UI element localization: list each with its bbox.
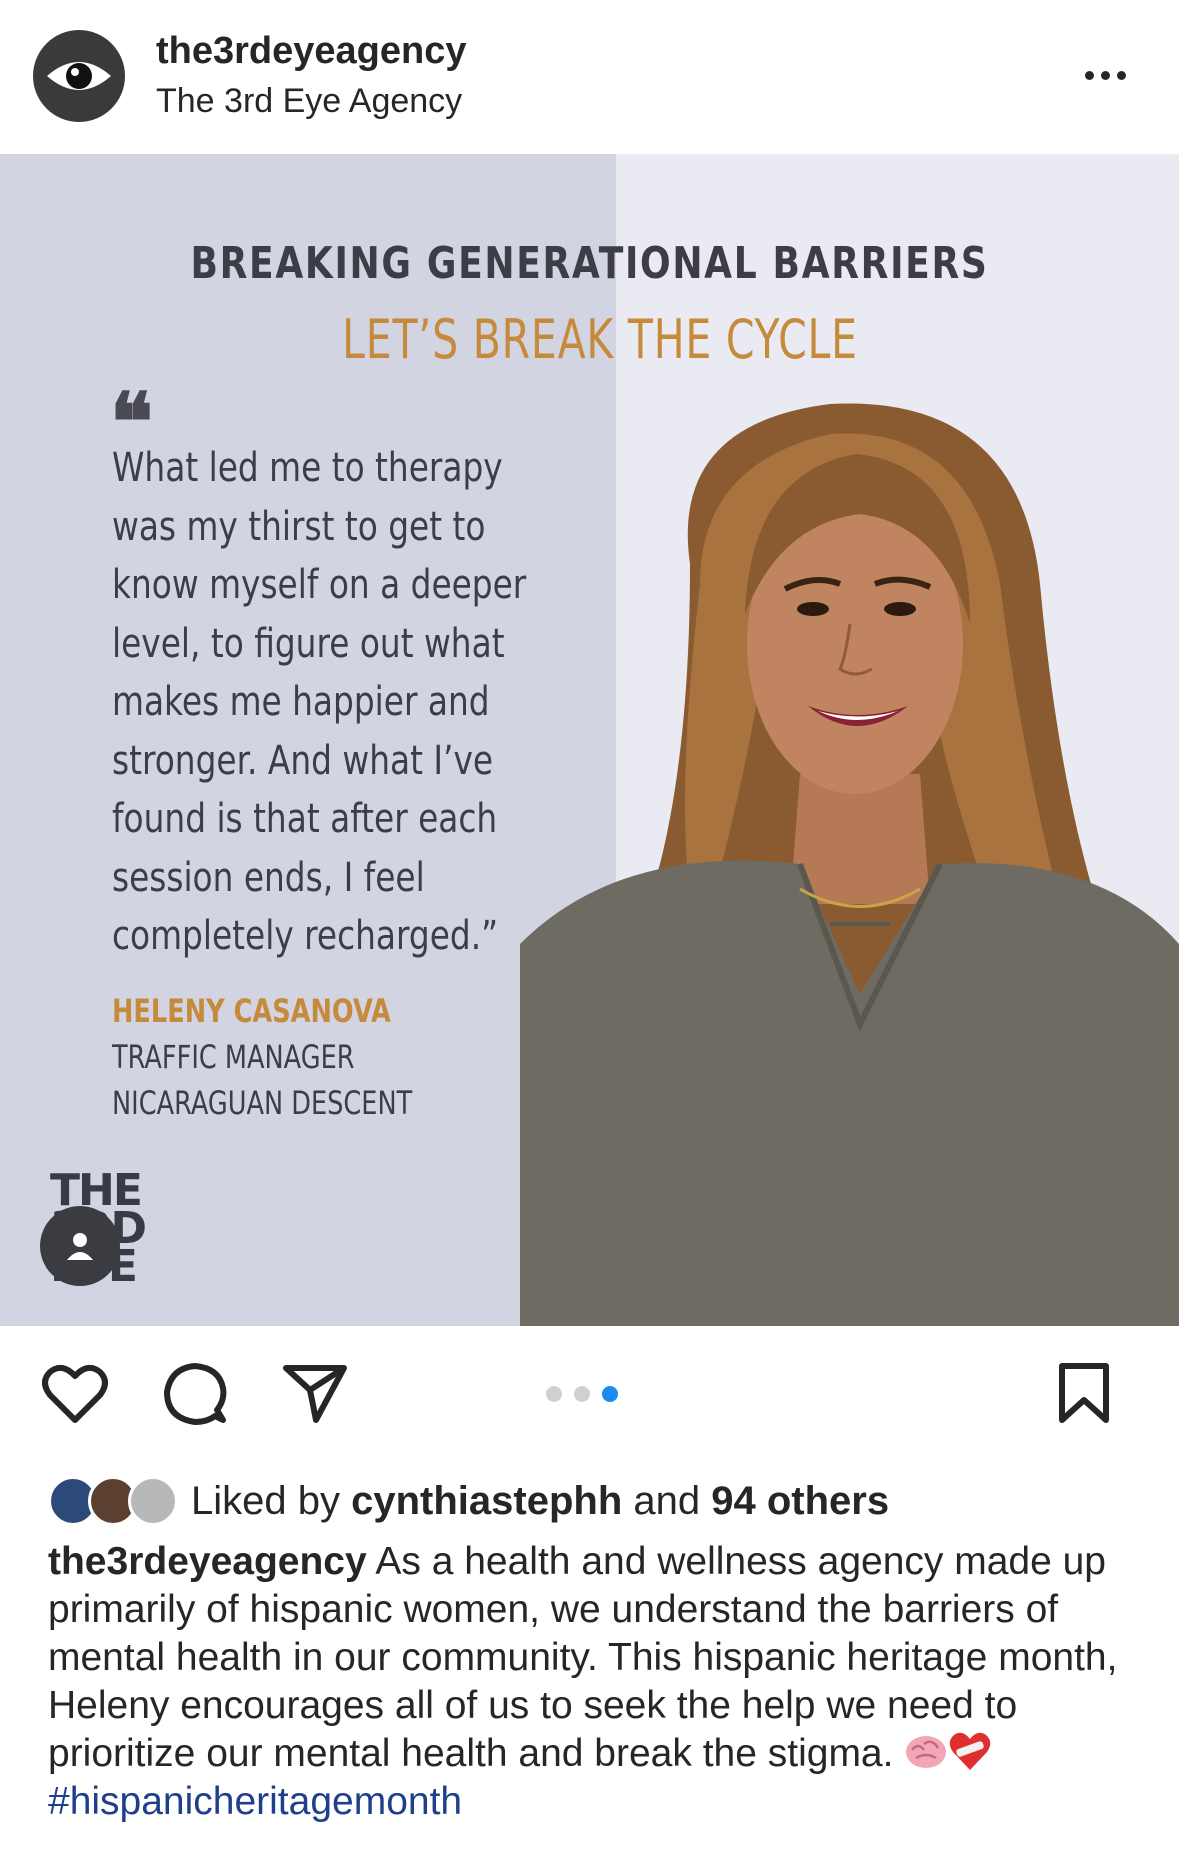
brain-emoji: [906, 1736, 947, 1768]
quote-line: makes me happier and: [112, 679, 490, 725]
tagged-people-button[interactable]: [40, 1206, 120, 1286]
quote-line: found is that after each: [112, 796, 498, 842]
carousel-dot: [574, 1386, 590, 1402]
bookmark-icon[interactable]: [1056, 1362, 1112, 1424]
post-caption: the3rdeyeagency As a health and wellness…: [48, 1538, 1158, 1826]
caption-hashtag[interactable]: #hispanicheritagemonth: [48, 1780, 462, 1823]
heart-icon[interactable]: [42, 1364, 108, 1426]
quote-line: level, to figure out what: [112, 620, 505, 667]
post-subheadline: LET’S BREAK THE CYCLE: [342, 308, 858, 371]
post-image[interactable]: BREAKING GENERATIONAL BARRIERS LET’S BRE…: [0, 154, 1179, 1326]
likes-user[interactable]: cynthiastephh: [351, 1479, 622, 1523]
quote-line: stronger. And what I’ve: [112, 737, 494, 784]
post-headline: BREAKING GENERATIONAL BARRIERS: [190, 238, 989, 289]
quote-line: was my thirst to get to: [112, 503, 486, 550]
likes-others[interactable]: 94 others: [711, 1479, 889, 1523]
carousel-dot: [546, 1386, 562, 1402]
likes-prefix: Liked by: [191, 1479, 352, 1523]
more-options-icon[interactable]: [1070, 50, 1140, 100]
quote-line: What led me to therapy: [112, 445, 503, 491]
likes-middle: and: [622, 1479, 712, 1523]
person-name: HELENY CASANOVA: [112, 992, 391, 1030]
person-title: TRAFFIC MANAGER: [112, 1038, 355, 1076]
quote-line: completely recharged.”: [112, 913, 499, 959]
likes-summary[interactable]: Liked by cynthiastephh and 94 others: [191, 1479, 889, 1524]
mending-heart-emoji: [950, 1732, 991, 1770]
eye-icon: [47, 62, 111, 90]
person-descent: NICARAGUAN DESCENT: [112, 1084, 413, 1122]
testimonial-quote: What led me to therapy was my thirst to …: [112, 439, 571, 966]
carousel-indicator: [546, 1386, 618, 1402]
quote-line: session ends, I feel: [112, 854, 425, 901]
post-fullname: The 3rd Eye Agency: [156, 82, 463, 120]
profile-avatar[interactable]: [33, 30, 125, 122]
quote-line: know myself on a deeper: [112, 562, 527, 608]
post-header: the3rdeyeagency The 3rd Eye Agency: [0, 0, 1179, 154]
person-icon: [67, 1233, 93, 1260]
carousel-dot-active: [602, 1386, 618, 1402]
likes-row: Liked by cynthiastephh and 94 others: [48, 1474, 1148, 1530]
comment-icon[interactable]: [163, 1362, 227, 1426]
post-username[interactable]: the3rdeyeagency: [156, 30, 467, 73]
send-icon[interactable]: [282, 1362, 348, 1424]
liker-avatar[interactable]: [128, 1476, 178, 1526]
portrait-photo: [520, 403, 1179, 1326]
caption-username[interactable]: the3rdeyeagency: [48, 1540, 367, 1583]
